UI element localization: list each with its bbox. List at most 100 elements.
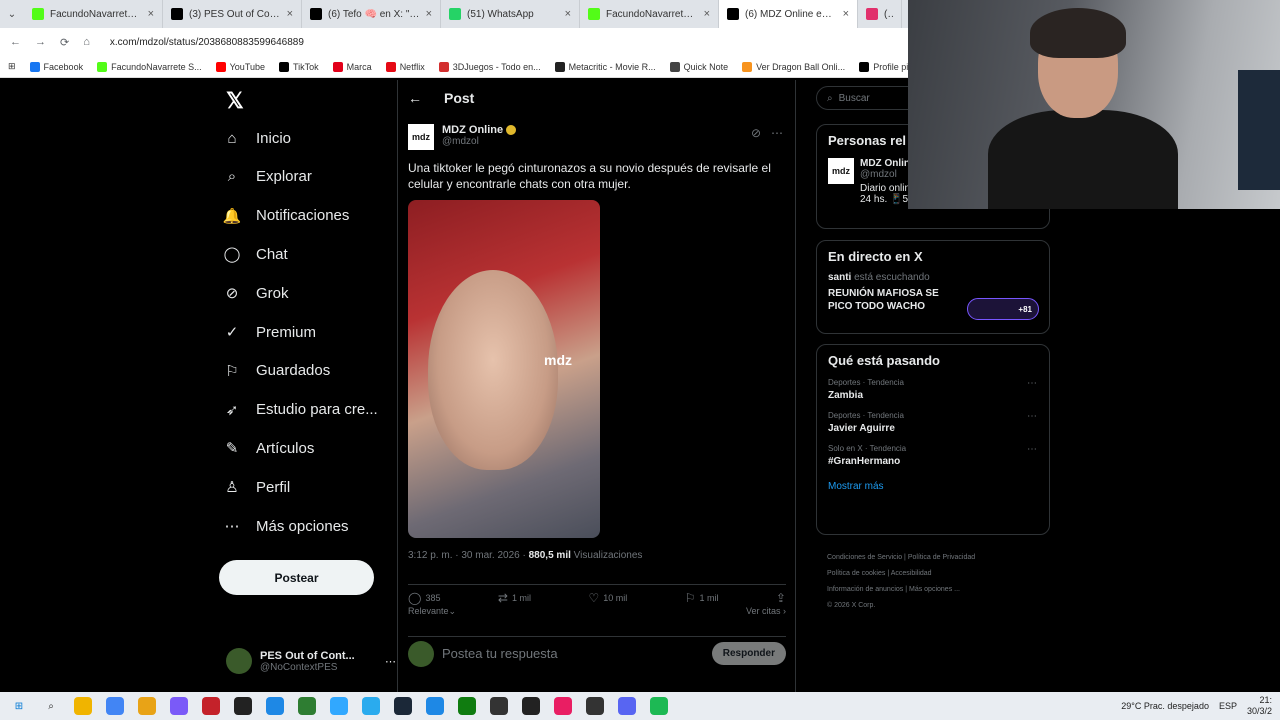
reply-input[interactable]: Postea tu respuesta	[442, 646, 704, 661]
bookmark-item[interactable]: YouTube	[215, 61, 265, 72]
taskbar-app-icon[interactable]	[650, 697, 668, 715]
tab-close-icon[interactable]: ×	[704, 8, 710, 20]
taskbar-app-icon[interactable]	[362, 697, 380, 715]
more-dots-icon[interactable]: ⋯	[1027, 378, 1037, 389]
bookmark-item[interactable]: Marca	[332, 61, 372, 72]
nav-item-guardados[interactable]: ⚐ Guardados	[222, 361, 330, 381]
search-icon[interactable]: ⌕	[42, 697, 60, 715]
start-icon[interactable]: ⊞	[10, 697, 28, 715]
tab-list-icon[interactable]: ⌄	[0, 9, 24, 20]
show-more-link[interactable]: Mostrar más	[828, 481, 1049, 492]
browser-tab[interactable]: (6) MDZ Online en X ×	[719, 0, 858, 28]
nav-item-premium[interactable]: ✓ Premium	[222, 322, 316, 342]
listeners-badge[interactable]: +81	[967, 298, 1039, 320]
tab-close-icon[interactable]: ×	[843, 8, 849, 20]
footer-link[interactable]: Política de Privacidad	[908, 554, 975, 561]
nav-item-perfil[interactable]: ♙ Perfil	[222, 477, 290, 497]
share-button[interactable]: ⇪	[776, 591, 786, 605]
nav-item-notificaciones[interactable]: 🔔 Notificaciones	[222, 206, 350, 226]
taskbar-app-icon[interactable]	[170, 697, 188, 715]
taskbar-app-icon[interactable]	[74, 697, 92, 715]
footer-link[interactable]: Más opciones ...	[909, 586, 960, 593]
bookmark-item[interactable]: Metacritic - Movie R...	[554, 61, 656, 72]
browser-tab[interactable]: (6) Tefo 🧠 en X: "@NoC ×	[302, 0, 441, 28]
language-indicator[interactable]: ESP	[1219, 701, 1237, 711]
post-button[interactable]: Postear	[219, 560, 374, 595]
browser-tab[interactable]: (51) WhatsApp ×	[441, 0, 580, 28]
taskbar-app-icon[interactable]	[266, 697, 284, 715]
back-arrow-icon[interactable]: ←	[408, 90, 422, 106]
more-dots-icon[interactable]: ⋯	[1027, 411, 1037, 422]
back-icon[interactable]: ←	[10, 36, 21, 48]
trend-item[interactable]: Deportes · Tendencia Zambia ⋯	[828, 378, 1049, 401]
view-quotes[interactable]: Ver citas ›	[746, 606, 786, 617]
like-button[interactable]: ♡ 10 mil	[588, 591, 627, 605]
nav-item-más[interactable]: ⋯ Más opciones	[222, 516, 349, 536]
bookmark-button[interactable]: ⚐ 1 mil	[685, 591, 719, 605]
taskbar-app-icon[interactable]	[426, 697, 444, 715]
reload-icon[interactable]: ⟳	[60, 36, 69, 49]
home-icon[interactable]: ⌂	[83, 36, 90, 48]
reply-button[interactable]: ◯ 385	[408, 591, 440, 605]
nav-item-inicio[interactable]: ⌂ Inicio	[222, 128, 291, 148]
forward-icon[interactable]: →	[35, 36, 46, 48]
taskbar-app-icon[interactable]	[490, 697, 508, 715]
author-name[interactable]: MDZ Online	[442, 124, 503, 136]
tab-close-icon[interactable]: ×	[148, 8, 154, 20]
bookmark-item[interactable]: FacundoNavarrete S...	[97, 61, 202, 72]
bookmark-item[interactable]: Quick Note	[669, 61, 728, 72]
grok-icon[interactable]: ⊘	[751, 126, 761, 140]
nav-item-chat[interactable]: ◯ Chat	[222, 244, 288, 264]
taskbar-app-icon[interactable]	[458, 697, 476, 715]
footer-link[interactable]: Política de cookies	[827, 570, 885, 577]
footer-link[interactable]: © 2026 X Corp.	[827, 602, 875, 609]
tab-close-icon[interactable]: ×	[426, 8, 432, 20]
post-author[interactable]: mdz MDZ Online @mdzol	[408, 124, 517, 150]
tab-close-icon[interactable]: ×	[565, 8, 571, 20]
trend-item[interactable]: Deportes · Tendencia Javier Aguirre ⋯	[828, 411, 1049, 434]
bookmark-item[interactable]: Netflix	[385, 61, 425, 72]
footer-link[interactable]: Información de anuncios	[827, 586, 903, 593]
address-bar[interactable]: x.com/mdzol/status/2038680883599646889	[110, 37, 304, 48]
sort-replies[interactable]: Relevante⌄	[408, 606, 456, 617]
taskbar-app-icon[interactable]	[234, 697, 252, 715]
bookmark-item[interactable]: Facebook	[29, 61, 83, 72]
taskbar-app-icon[interactable]	[522, 697, 540, 715]
nav-item-grok[interactable]: ⊘ Grok	[222, 283, 289, 303]
taskbar-app-icon[interactable]	[330, 697, 348, 715]
nav-item-artículos[interactable]: ✎ Artículos	[222, 438, 315, 458]
clock[interactable]: 21: 30/3/2	[1247, 695, 1272, 717]
post-video[interactable]: mdz	[408, 200, 600, 538]
nav-item-estudio[interactable]: ➶ Estudio para cre...	[222, 400, 378, 420]
repost-button[interactable]: ⇄ 1 mil	[498, 591, 531, 605]
taskbar-app-icon[interactable]	[106, 697, 124, 715]
tab-close-icon[interactable]: ×	[287, 8, 293, 20]
footer-link[interactable]: Condiciones de Servicio	[827, 554, 902, 561]
bookmark-item[interactable]: TikTok	[279, 61, 319, 72]
more-dots-icon[interactable]: ⋯	[771, 126, 783, 140]
post-time[interactable]: 3:12 p. m. · 30 mar. 2026 ·	[408, 550, 529, 561]
taskbar-app-icon[interactable]	[618, 697, 636, 715]
weather-widget[interactable]: 29°C Prac. despejado	[1121, 701, 1209, 711]
trend-item[interactable]: Solo en X · Tendencia #GranHermano ⋯	[828, 444, 1049, 467]
taskbar-app-icon[interactable]	[394, 697, 412, 715]
taskbar-app-icon[interactable]	[138, 697, 156, 715]
browser-tab[interactable]: (3) PES Out of Context en ×	[163, 0, 302, 28]
author-avatar[interactable]: mdz	[408, 124, 434, 150]
taskbar-app-icon[interactable]	[586, 697, 604, 715]
browser-tab[interactable]: FacundoNavarrete Stream ×	[580, 0, 719, 28]
reply-submit-button[interactable]: Responder	[711, 642, 786, 665]
account-switcher[interactable]: PES Out of Cont... @NoContextPES ⋯	[226, 648, 396, 674]
browser-tab[interactable]: FacundoNavarrete Stream ×	[24, 0, 163, 28]
bookmark-item[interactable]: 3DJuegos - Todo en...	[438, 61, 541, 72]
bookmark-item[interactable]: Ver Dragon Ball Onli...	[742, 61, 845, 72]
taskbar-app-icon[interactable]	[554, 697, 572, 715]
x-logo-icon[interactable]: 𝕏	[226, 88, 244, 114]
more-dots-icon[interactable]: ⋯	[385, 655, 396, 668]
apps-icon[interactable]: ⊞	[8, 61, 16, 72]
nav-item-explorar[interactable]: ⌕ Explorar	[222, 167, 312, 187]
browser-tab[interactable]: (9) Insta	[858, 0, 902, 28]
more-dots-icon[interactable]: ⋯	[1027, 444, 1037, 455]
taskbar-app-icon[interactable]	[298, 697, 316, 715]
footer-link[interactable]: Accesibilidad	[891, 570, 932, 577]
